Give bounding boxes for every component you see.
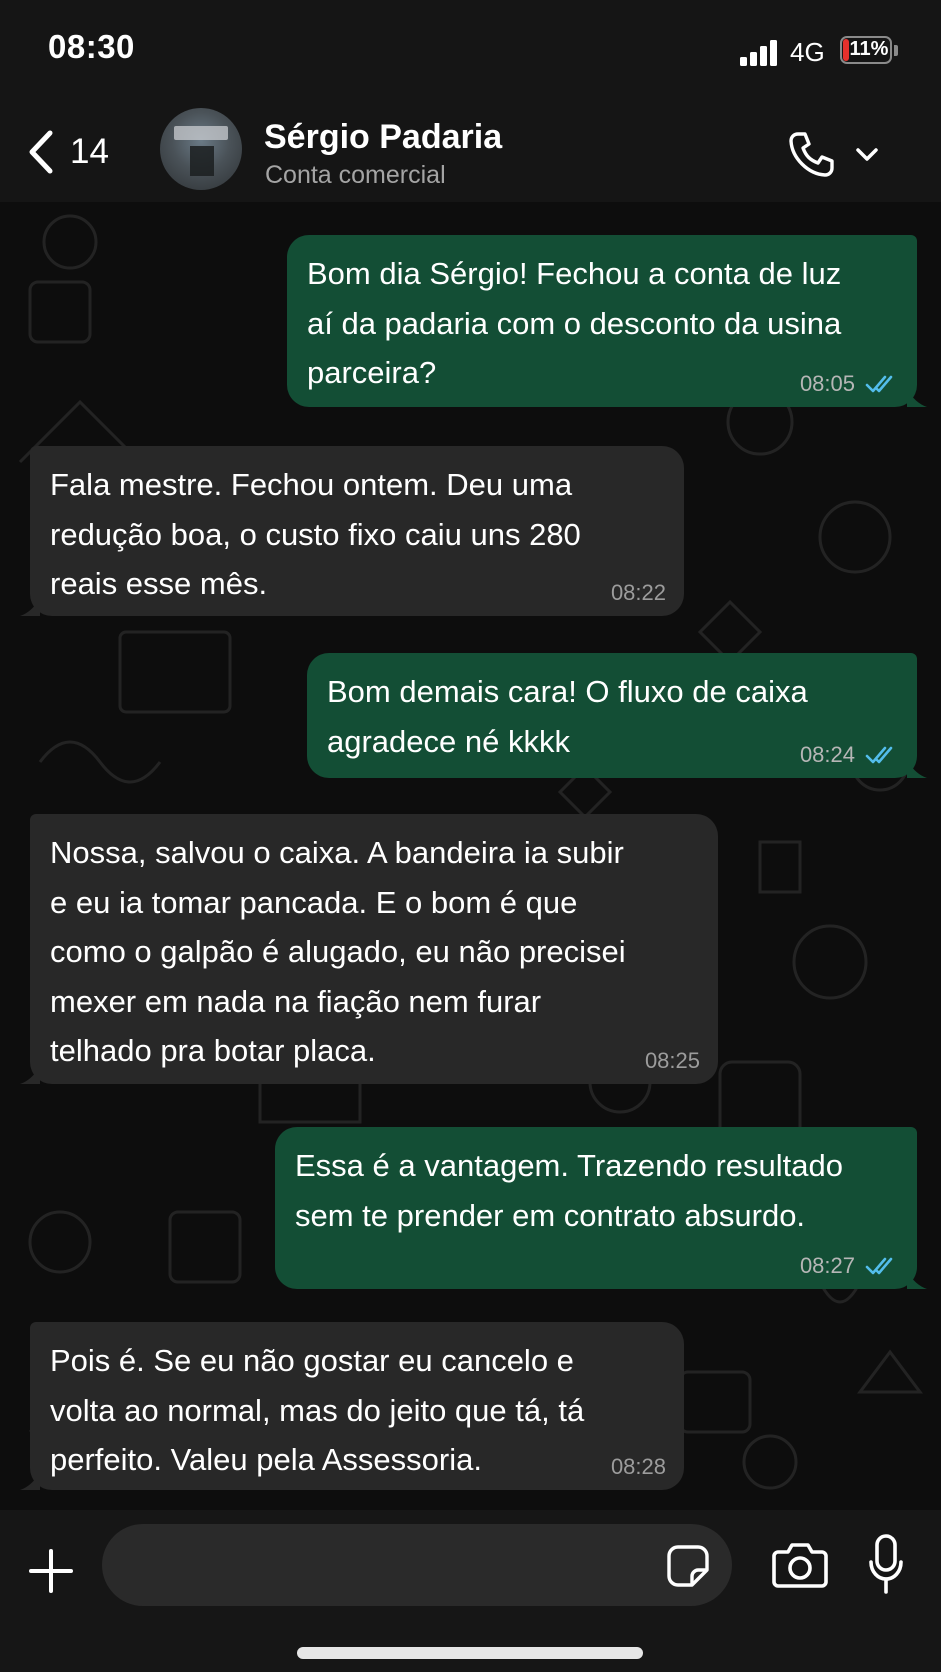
phone-icon <box>789 132 834 177</box>
message-meta: 08:28 <box>611 1452 666 1482</box>
avatar-sign <box>174 126 228 140</box>
message-bubble-sent[interactable]: Essa é a vantagem. Trazendo resultado se… <box>275 1127 927 1289</box>
contact-subtitle: Conta comercial <box>265 161 446 189</box>
message-text: Fala mestre. Fechou ontem. Deu uma reduç… <box>50 467 581 601</box>
bubble-tail <box>907 1271 927 1289</box>
message-time: 08:28 <box>610 1454 666 1479</box>
chat-header: 14 Sérgio Padaria Conta comercial <box>0 100 941 202</box>
message-list[interactable]: Bom dia Sérgio! Fechou a conta de luz aí… <box>0 202 941 1510</box>
message-text: Essa é a vantagem. Trazendo resultado se… <box>295 1148 843 1233</box>
status-time: 08:30 <box>48 28 135 65</box>
message-bubble-sent[interactable]: Bom dia Sérgio! Fechou a conta de luz aí… <box>287 235 927 407</box>
chat-screen: 08:30 4G 11% 14 Sérgio Padaria Conta com <box>0 0 941 1672</box>
message-text: Nossa, salvou o caixa. A bandeira ia sub… <box>50 835 626 1068</box>
message-time: 08:25 <box>644 1048 700 1073</box>
double-check-icon <box>865 746 893 764</box>
bubble-tail <box>907 760 927 778</box>
camera-icon[interactable] <box>772 1540 828 1590</box>
message-bubble-received[interactable]: Fala mestre. Fechou ontem. Deu uma reduç… <box>20 446 684 616</box>
composer-bar <box>0 1510 941 1672</box>
double-check-icon <box>865 1257 893 1275</box>
back-button[interactable]: 14 <box>24 122 134 182</box>
bubble-tail <box>20 1066 40 1084</box>
call-button[interactable] <box>786 126 896 182</box>
avatar-door <box>190 146 214 176</box>
message-text: Pois é. Se eu não gostar eu cancelo e vo… <box>50 1343 585 1477</box>
battery-indicator: 11% <box>840 36 900 66</box>
message-meta: 08:24 <box>800 740 899 770</box>
message-meta: 08:05 <box>800 369 899 399</box>
battery-tip <box>894 45 898 56</box>
message-time: 08:05 <box>799 371 855 396</box>
home-indicator[interactable] <box>297 1647 643 1659</box>
plus-icon[interactable] <box>26 1546 76 1596</box>
message-meta: 08:25 <box>645 1046 700 1076</box>
sticker-icon[interactable] <box>666 1544 710 1588</box>
bubble-tail <box>20 1472 40 1490</box>
message-meta: 08:22 <box>611 578 666 608</box>
message-meta: 08:27 <box>800 1251 899 1281</box>
message-bubble-received[interactable]: Pois é. Se eu não gostar eu cancelo e vo… <box>20 1322 684 1490</box>
mic-icon[interactable] <box>868 1534 904 1596</box>
double-check-icon <box>865 375 893 393</box>
battery-percentage: 11% <box>849 38 889 60</box>
message-input[interactable] <box>102 1524 732 1606</box>
contact-name[interactable]: Sérgio Padaria <box>264 118 502 157</box>
chevron-left-icon <box>29 130 53 174</box>
message-bubble-sent[interactable]: Bom demais cara! O fluxo de caixa agrade… <box>307 653 927 778</box>
message-time: 08:22 <box>610 580 666 605</box>
signal-icon <box>740 40 777 66</box>
message-bubble-received[interactable]: Nossa, salvou o caixa. A bandeira ia sub… <box>20 814 718 1084</box>
chevron-down-icon <box>856 148 878 161</box>
avatar[interactable] <box>160 108 242 190</box>
message-time: 08:24 <box>799 742 855 767</box>
bubble-tail <box>907 389 927 407</box>
status-bar: 08:30 4G 11% <box>0 0 941 100</box>
network-label: 4G <box>790 37 825 67</box>
unread-count: 14 <box>70 132 109 171</box>
message-time: 08:27 <box>799 1253 855 1278</box>
bubble-tail <box>20 598 40 616</box>
